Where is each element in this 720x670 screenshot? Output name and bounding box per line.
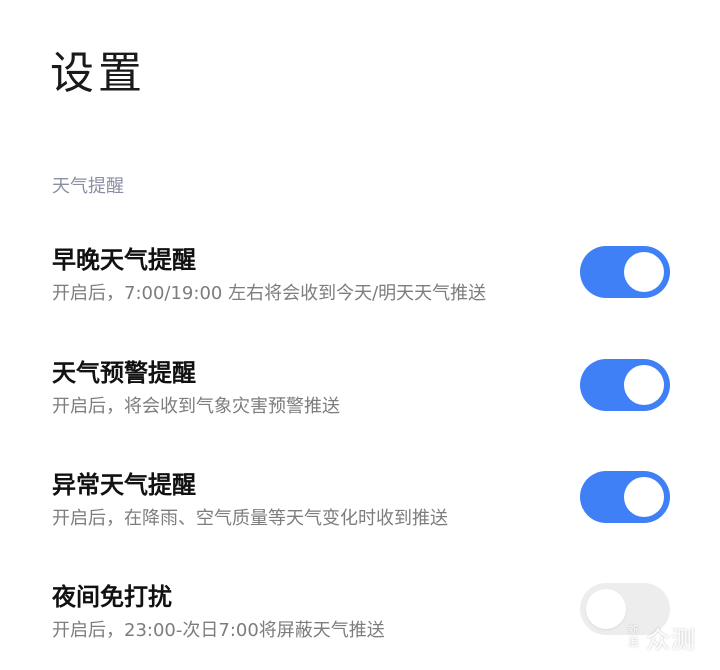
toggle-knob [624,252,664,292]
toggle-switch[interactable] [580,359,670,411]
setting-title: 天气预警提醒 [52,359,196,387]
watermark-big: 众测 [646,625,696,654]
page-title: 设置 [50,48,146,99]
toggle-knob [586,589,626,629]
toggle-switch[interactable] [580,246,670,298]
setting-description: 开启后，将会收到气象灾害预警推送 [52,396,340,417]
setting-title: 异常天气提醒 [52,471,196,499]
setting-row-do-not-disturb[interactable]: 夜间免打扰 开启后，23:00-次日7:00将屏蔽天气推送 [0,580,720,670]
section-header-weather-alerts: 天气提醒 [52,176,124,197]
toggle-knob [624,477,664,517]
toggle-knob [624,365,664,405]
setting-row-abnormal[interactable]: 异常天气提醒 开启后，在降雨、空气质量等天气变化时收到推送 [0,468,720,558]
watermark: 新 浪 众测 [628,620,696,654]
setting-title: 夜间免打扰 [52,583,172,611]
watermark-small-bottom: 浪 [628,636,639,649]
watermark-small: 新 浪 [628,625,642,649]
setting-description: 开启后，在降雨、空气质量等天气变化时收到推送 [52,508,448,529]
setting-row-warning[interactable]: 天气预警提醒 开启后，将会收到气象灾害预警推送 [0,356,720,446]
toggle-switch[interactable] [580,471,670,523]
setting-title: 早晚天气提醒 [52,246,196,274]
setting-description: 开启后，7:00/19:00 左右将会收到今天/明天天气推送 [52,283,487,304]
setting-row-morning-evening[interactable]: 早晚天气提醒 开启后，7:00/19:00 左右将会收到今天/明天天气推送 [0,243,720,333]
setting-description: 开启后，23:00-次日7:00将屏蔽天气推送 [52,620,385,641]
